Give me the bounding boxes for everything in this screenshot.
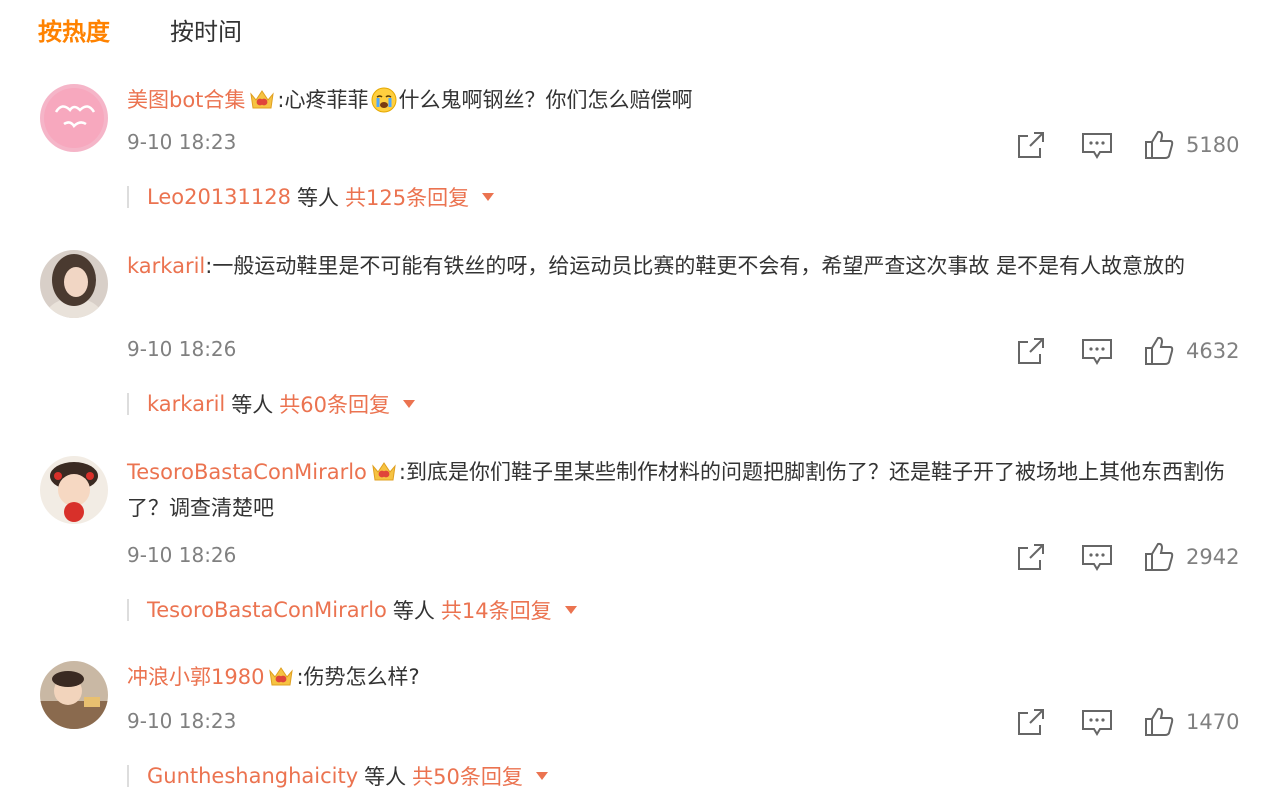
reply-others-label: 等人	[297, 186, 339, 210]
reply-summary: Leo20131128 等人 共125条回复	[127, 182, 495, 212]
reply-username[interactable]: Leo20131128	[147, 185, 291, 209]
share-icon[interactable]	[1014, 334, 1048, 368]
reply-username[interactable]: TesoroBastaConMirarlo	[147, 598, 387, 622]
avatar[interactable]	[40, 661, 108, 729]
reply-count-link[interactable]: 共50条回复	[412, 761, 523, 791]
tab-sort-by-time[interactable]: 按时间	[170, 14, 242, 50]
comment-username[interactable]: 冲浪小郭1980	[127, 665, 264, 689]
reply-divider	[127, 765, 129, 787]
avatar-image	[40, 250, 108, 318]
chevron-down-icon[interactable]	[535, 771, 549, 781]
share-icon[interactable]	[1014, 128, 1048, 162]
comment-text-continued: 什么鬼啊钢丝？你们怎么赔偿啊	[398, 88, 693, 112]
chevron-down-icon[interactable]	[564, 605, 578, 615]
share-icon[interactable]	[1014, 540, 1048, 574]
like-count: 2942	[1186, 545, 1240, 569]
thumbs-up-icon	[1145, 130, 1174, 159]
comment-body: 冲浪小郭1980 :伤势怎么样?	[127, 659, 1252, 695]
sort-tabs: 按热度 按时间	[38, 14, 242, 50]
reply-count-link[interactable]: 共60条回复	[279, 389, 390, 419]
reply-others-label: 等人	[231, 393, 274, 417]
reply-count-link[interactable]: 共125条回复	[345, 182, 469, 212]
comment-username[interactable]: 美图bot合集	[127, 88, 245, 112]
reply-count-link[interactable]: 共14条回复	[441, 595, 552, 625]
comment-body: 美图bot合集 :心疼菲菲 什么鬼啊钢丝？你们怎么赔偿啊	[127, 82, 1252, 118]
crown-badge-icon	[249, 87, 275, 111]
share-icon[interactable]	[1014, 705, 1048, 739]
reply-username[interactable]: Guntheshanghaicity	[147, 764, 358, 788]
comment-body: karkaril:一般运动鞋里是不可能有铁丝的呀，给运动员比赛的鞋更不会有，希望…	[127, 248, 1252, 284]
avatar-image	[40, 456, 108, 524]
reply-divider	[127, 393, 129, 415]
comment-timestamp: 9-10 18:26	[127, 337, 237, 361]
crown-badge-icon	[371, 459, 397, 483]
comment-icon[interactable]	[1080, 334, 1114, 368]
comment-actions: 5180	[1014, 128, 1239, 162]
comment-actions: 1470	[1014, 705, 1239, 739]
comment-icon[interactable]	[1080, 128, 1114, 162]
thumbs-up-icon	[1145, 707, 1174, 736]
avatar[interactable]	[40, 250, 108, 318]
thumbs-up-icon	[1145, 542, 1174, 571]
reply-summary: Guntheshanghaicity 等人 共50条回复	[127, 761, 549, 791]
comment-icon[interactable]	[1080, 705, 1114, 739]
comment-username[interactable]: karkaril	[127, 254, 205, 278]
chevron-down-icon[interactable]	[481, 192, 495, 202]
comment-text: :心疼菲菲	[277, 88, 369, 112]
like-count: 4632	[1186, 339, 1240, 363]
comment-timestamp: 9-10 18:23	[127, 709, 237, 733]
like-button[interactable]: 2942	[1142, 540, 1239, 574]
like-button[interactable]: 1470	[1142, 705, 1239, 739]
avatar[interactable]	[40, 84, 108, 152]
avatar-image	[40, 661, 108, 729]
reply-summary: TesoroBastaConMirarlo 等人 共14条回复	[127, 595, 578, 625]
reply-divider	[127, 599, 129, 621]
crying-emoji-icon	[371, 87, 397, 113]
avatar-image	[40, 84, 108, 152]
comment-icon[interactable]	[1080, 540, 1114, 574]
comment-timestamp: 9-10 18:23	[127, 130, 237, 154]
avatar[interactable]	[40, 456, 108, 524]
thumbs-up-icon	[1145, 336, 1174, 365]
like-button[interactable]: 4632	[1142, 334, 1239, 368]
comment-text: :一般运动鞋里是不可能有铁丝的呀，给运动员比赛的鞋更不会有，希望严查这次事故 是…	[205, 254, 1186, 278]
reply-divider	[127, 186, 129, 208]
comment-actions: 2942	[1014, 540, 1239, 574]
comment-body: TesoroBastaConMirarlo:到底是你们鞋子里某些制作材料的问题把…	[127, 454, 1252, 526]
chevron-down-icon[interactable]	[402, 399, 416, 409]
reply-username[interactable]: karkaril	[147, 392, 225, 416]
reply-others-label: 等人	[364, 765, 407, 789]
comment-timestamp: 9-10 18:26	[127, 543, 237, 567]
like-button[interactable]: 5180	[1142, 128, 1239, 162]
comment-text: :伤势怎么样?	[296, 665, 420, 689]
comment-actions: 4632	[1014, 334, 1239, 368]
tab-sort-by-hot[interactable]: 按热度	[38, 14, 110, 50]
reply-summary: karkaril 等人 共60条回复	[127, 389, 416, 419]
comment-username[interactable]: TesoroBastaConMirarlo	[127, 460, 367, 484]
crown-badge-icon	[268, 664, 294, 688]
reply-others-label: 等人	[392, 599, 435, 623]
like-count: 1470	[1186, 710, 1240, 734]
like-count: 5180	[1186, 133, 1240, 157]
